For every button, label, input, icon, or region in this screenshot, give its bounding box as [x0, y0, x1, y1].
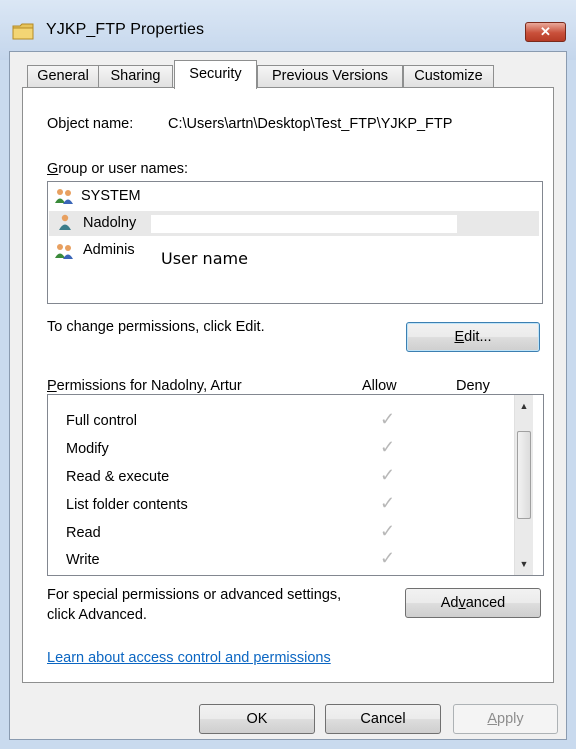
- close-button[interactable]: ✕: [525, 22, 566, 42]
- folder-icon: [12, 23, 34, 40]
- object-name-value: C:\Users\artn\Desktop\Test_FTP\YJKP_FTP: [168, 116, 453, 132]
- redaction-box: [151, 215, 457, 233]
- list-item-nadolny[interactable]: Nadolny: [83, 215, 136, 231]
- list-item-system[interactable]: SYSTEM: [81, 188, 141, 204]
- permissions-header: Permissions for Nadolny, Artur: [47, 378, 242, 394]
- scroll-down-icon[interactable]: ▼: [515, 555, 533, 573]
- tab-security[interactable]: Security: [174, 60, 257, 89]
- group-users-icon: [55, 244, 73, 259]
- allow-check-icon: ✓: [380, 465, 396, 485]
- allow-check-icon: ✓: [380, 548, 396, 568]
- allow-check-icon: ✓: [380, 521, 396, 541]
- scroll-thumb[interactable]: [517, 431, 531, 519]
- permission-row: Read: [66, 525, 101, 541]
- permission-row: Read & execute: [66, 469, 170, 485]
- object-name-label: Object name:: [47, 116, 134, 132]
- advanced-text-line1: For special permissions or advanced sett…: [47, 587, 342, 603]
- cancel-button[interactable]: Cancel: [325, 704, 441, 734]
- allow-check-icon: ✓: [380, 437, 396, 457]
- permission-row: Modify: [66, 441, 109, 457]
- permission-row: List folder contents: [66, 497, 188, 513]
- tab-previous-versions[interactable]: Previous Versions: [257, 65, 403, 88]
- advanced-button[interactable]: Advanced: [405, 588, 541, 618]
- change-permissions-text: To change permissions, click Edit.: [47, 319, 265, 335]
- tab-sharing[interactable]: Sharing: [98, 65, 173, 88]
- permission-row: Write: [66, 552, 100, 568]
- tab-customize[interactable]: Customize: [403, 65, 494, 88]
- advanced-text-line2: click Advanced.: [47, 607, 147, 623]
- tab-general[interactable]: General: [27, 65, 99, 88]
- ok-button[interactable]: OK: [199, 704, 315, 734]
- apply-button[interactable]: Apply: [453, 704, 558, 734]
- scroll-up-icon[interactable]: ▲: [515, 397, 533, 415]
- user-name-overlay: User name: [161, 249, 248, 268]
- window-title: YJKP_FTP Properties: [46, 21, 205, 38]
- permission-row: Full control: [66, 413, 137, 429]
- deny-header: Deny: [456, 378, 490, 394]
- user-icon: [59, 214, 71, 230]
- allow-check-icon: ✓: [380, 409, 396, 429]
- list-item-administrators[interactable]: Adminis: [83, 242, 135, 258]
- allow-header: Allow: [362, 378, 397, 394]
- permissions-scrollbar[interactable]: ▲ ▼: [514, 395, 533, 575]
- learn-more-link[interactable]: Learn about access control and permissio…: [47, 650, 331, 666]
- edit-button[interactable]: Edit...: [406, 322, 540, 352]
- group-users-icon: [55, 189, 73, 204]
- group-user-names-label: Group or user names:: [47, 161, 189, 177]
- allow-check-icon: ✓: [380, 493, 396, 513]
